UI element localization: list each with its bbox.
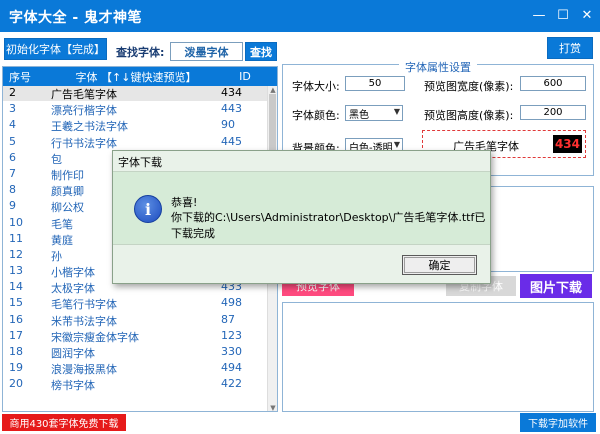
list-row[interactable]: 15 毛笔行书字体 498 bbox=[3, 296, 277, 313]
row-name: 米芾书法字体 bbox=[51, 314, 117, 328]
list-row[interactable]: 5 行书书法字体 445 bbox=[3, 135, 277, 151]
search-label: 查找字体: bbox=[116, 46, 165, 59]
list-header: 序号 字体 【↑↓键快速预览】 ID bbox=[3, 67, 277, 86]
list-row[interactable]: 20 榜书字体 422 bbox=[3, 377, 277, 394]
minimize-icon[interactable]: — bbox=[532, 6, 546, 24]
list-row[interactable]: 2 广告毛笔字体 434 bbox=[3, 86, 277, 103]
list-row[interactable]: 4 王羲之书法字体 90 bbox=[3, 118, 277, 135]
info-icon: i bbox=[134, 195, 162, 223]
height-label: 预览图高度(像素): bbox=[424, 109, 514, 122]
dialog-titlebar: 字体下载 bbox=[113, 151, 490, 172]
row-num: 10 bbox=[9, 215, 23, 229]
height-input[interactable]: 200 bbox=[520, 105, 586, 120]
list-row[interactable]: 3 漂亮行楷字体 443 bbox=[3, 102, 277, 119]
download-image-button[interactable]: 图片下载 bbox=[520, 274, 592, 298]
row-name: 行书书法字体 bbox=[51, 136, 117, 150]
row-name: 毛笔行书字体 bbox=[51, 298, 117, 312]
title-bar: 字体大全 - 鬼才神笔 — ☐ ✕ bbox=[0, 0, 600, 32]
row-num: 5 bbox=[9, 134, 16, 148]
init-fonts-button[interactable]: 初始化字体【完成】 bbox=[4, 38, 107, 60]
row-num: 8 bbox=[9, 183, 16, 197]
list-row[interactable]: 18 圆润字体 330 bbox=[3, 345, 277, 362]
window-controls: — ☐ ✕ bbox=[532, 6, 594, 24]
window-title: 字体大全 - 鬼才神笔 bbox=[9, 10, 143, 26]
row-num: 11 bbox=[9, 231, 23, 245]
width-label: 预览图宽度(像素): bbox=[424, 80, 514, 93]
list-row[interactable]: 17 宋徽宗瘦金体字体 123 bbox=[3, 329, 277, 345]
row-num: 16 bbox=[9, 312, 23, 326]
chevron-down-icon: ▼ bbox=[393, 140, 400, 149]
dialog-message-line1: 恭喜! bbox=[171, 196, 198, 209]
color-label: 字体颜色: bbox=[292, 109, 340, 122]
header-name[interactable]: 字体 【↑↓键快速预览】 bbox=[51, 67, 221, 86]
row-num: 18 bbox=[9, 345, 23, 358]
ok-button[interactable]: 确定 bbox=[402, 255, 477, 275]
row-num: 9 bbox=[9, 199, 16, 213]
row-name: 广告毛笔字体 bbox=[51, 88, 117, 101]
commercial-fonts-link[interactable]: 商用430套字体免费下载 bbox=[2, 414, 126, 431]
preview-font-id: 434 bbox=[552, 135, 582, 153]
textarea-scroll-up-icon[interactable] bbox=[573, 197, 585, 209]
row-name: 榜书字体 bbox=[51, 379, 95, 393]
list-row[interactable]: 16 米芾书法字体 87 bbox=[3, 313, 277, 329]
scroll-thumb[interactable] bbox=[269, 94, 276, 154]
row-num: 14 bbox=[9, 280, 23, 294]
row-name: 浪漫海报黑体 bbox=[51, 363, 117, 377]
scroll-up-icon[interactable]: ▲ bbox=[268, 86, 277, 94]
color-select-value: 黑色 bbox=[349, 109, 369, 121]
row-num: 6 bbox=[9, 150, 16, 164]
maximize-icon[interactable]: ☐ bbox=[556, 6, 570, 24]
header-num[interactable]: 序号 bbox=[3, 67, 51, 86]
close-icon[interactable]: ✕ bbox=[580, 6, 594, 24]
header-id[interactable]: ID bbox=[221, 67, 269, 86]
download-complete-dialog: 字体下载 i 恭喜! 你下载的C:\Users\Administrator\De… bbox=[112, 150, 491, 284]
dialog-title: 字体下载 bbox=[118, 156, 162, 169]
size-label: 字体大小: bbox=[292, 80, 340, 93]
width-input[interactable]: 600 bbox=[520, 76, 586, 91]
chevron-down-icon: ▼ bbox=[393, 107, 400, 116]
row-name: 王羲之书法字体 bbox=[51, 120, 128, 134]
row-num: 3 bbox=[9, 102, 16, 116]
row-name: 宋徽宗瘦金体字体 bbox=[51, 330, 139, 344]
row-num: 7 bbox=[9, 166, 16, 180]
row-num: 13 bbox=[9, 264, 23, 278]
search-input[interactable]: 泼墨字体 bbox=[170, 42, 243, 61]
row-num: 20 bbox=[9, 377, 23, 391]
row-name: 圆润字体 bbox=[51, 347, 95, 360]
row-name: 漂亮行楷字体 bbox=[51, 104, 117, 118]
properties-legend: 字体属性设置 bbox=[283, 59, 593, 75]
row-num: 2 bbox=[9, 86, 16, 99]
row-num: 17 bbox=[9, 328, 23, 342]
dialog-message-line2: 你下载的C:\Users\Administrator\Desktop\广告毛笔字… bbox=[171, 211, 486, 240]
list-row[interactable]: 19 浪漫海报黑体 494 bbox=[3, 361, 277, 378]
row-num: 4 bbox=[9, 118, 16, 132]
download-software-button[interactable]: 下载字加软件 bbox=[520, 413, 596, 432]
donate-button[interactable]: 打赏 bbox=[547, 37, 593, 59]
color-select[interactable]: 黑色 ▼ bbox=[345, 105, 403, 121]
row-num: 12 bbox=[9, 247, 23, 261]
row-num: 19 bbox=[9, 361, 23, 375]
scroll-down-icon[interactable]: ▼ bbox=[268, 404, 277, 411]
row-num: 15 bbox=[9, 296, 23, 310]
preview-image-area bbox=[282, 302, 594, 412]
search-button[interactable]: 查找 bbox=[245, 42, 277, 61]
size-input[interactable]: 50 bbox=[345, 76, 405, 91]
